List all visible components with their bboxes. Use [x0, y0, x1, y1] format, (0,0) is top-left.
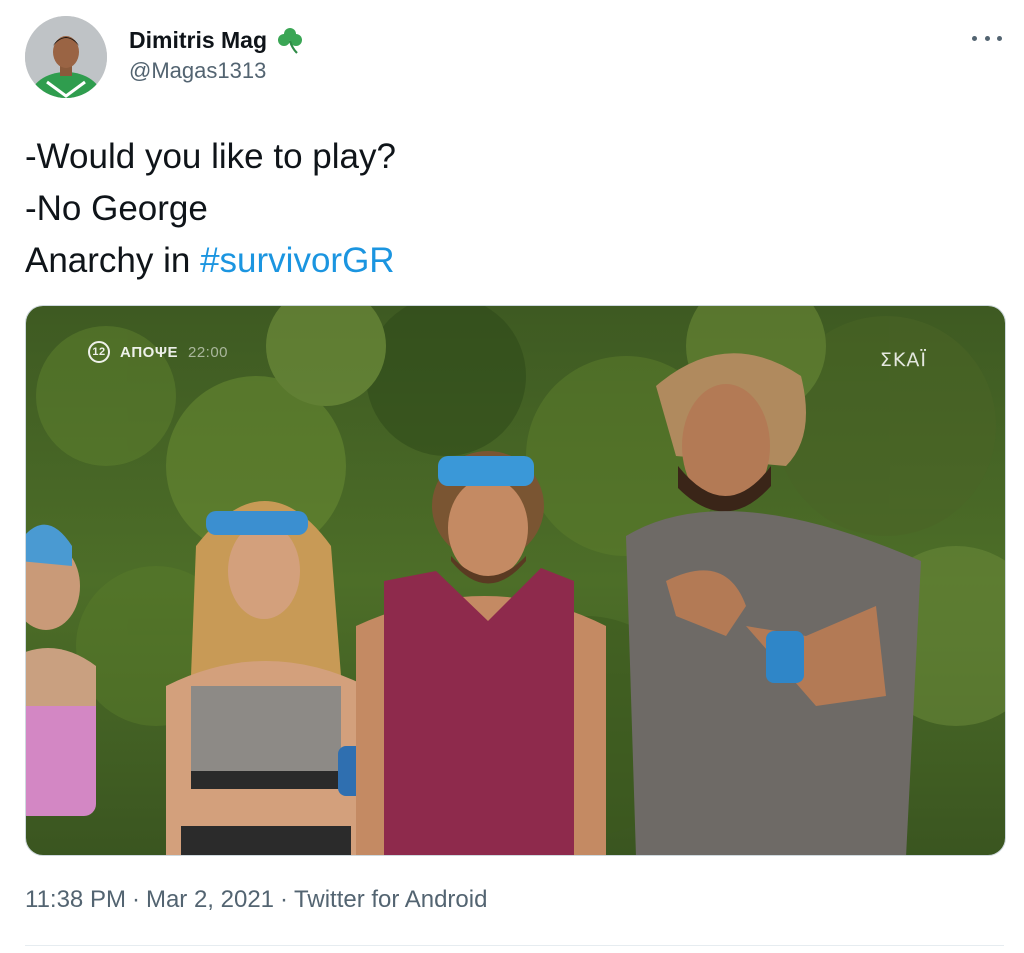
more-options-icon[interactable] — [972, 30, 1002, 46]
divider — [25, 945, 1004, 946]
shamrock-icon — [275, 25, 305, 55]
channel-promo-overlay: 12 ΑΠΟΨΕ 22:00 — [88, 341, 228, 363]
promo-time: 22:00 — [187, 343, 229, 361]
meta-separator: · — [280, 886, 289, 913]
meta-separator: · — [131, 886, 140, 913]
tweet-line-3: Anarchy in #survivorGR — [25, 235, 985, 287]
user-handle[interactable]: @Magas1313 — [129, 58, 266, 84]
tweet-media-image[interactable]: 12 ΑΠΟΨΕ 22:00 ΣΚΑΪ — [25, 305, 1006, 856]
avatar-image — [25, 16, 107, 98]
tweet-time[interactable]: 11:38 PM — [25, 886, 126, 914]
author-name-row[interactable]: Dimitris Mag — [129, 24, 305, 56]
tweet-text: -Would you like to play? -No George Anar… — [25, 131, 985, 287]
display-name[interactable]: Dimitris Mag — [129, 27, 267, 54]
tweet-line-1: -Would you like to play? — [25, 137, 396, 176]
channel-badge: 12 — [88, 341, 110, 363]
tweet-meta: 11:38 PM · Mar 2, 2021 · Twitter for And… — [25, 886, 487, 914]
tv-still-image — [26, 306, 1005, 855]
avatar[interactable] — [25, 16, 107, 98]
tweet-source[interactable]: Twitter for Android — [294, 886, 487, 914]
hashtag-link[interactable]: #survivorGR — [200, 241, 394, 280]
tweet-date[interactable]: Mar 2, 2021 — [146, 886, 274, 914]
broadcaster-logo: ΣΚΑΪ — [879, 349, 927, 371]
promo-label: ΑΠΟΨΕ — [120, 343, 178, 361]
tweet-line-2: -No George — [25, 189, 208, 228]
tweet-line-3-text: Anarchy in — [25, 241, 201, 280]
